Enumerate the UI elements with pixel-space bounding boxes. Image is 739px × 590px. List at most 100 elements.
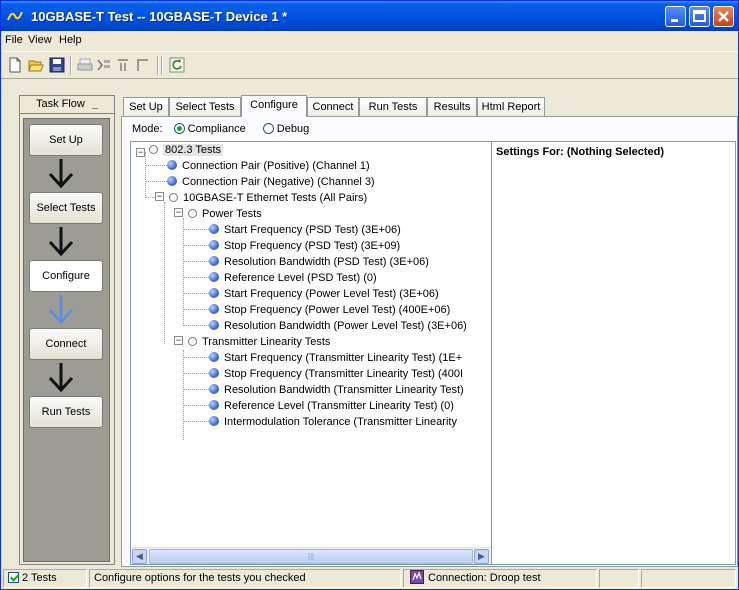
status-panel-empty [599, 569, 639, 588]
tree-node-label: Reference Level (Transmitter Linearity T… [224, 400, 454, 412]
scroll-right-button[interactable]: ▶ [474, 549, 489, 564]
menu-help[interactable]: Help [59, 34, 82, 46]
status-connection-label: Connection: Droop test [428, 572, 541, 584]
tree-node-label: Resolution Bandwidth (Transmitter Linear… [224, 384, 464, 396]
tree-connector [183, 245, 209, 246]
tab-connect[interactable]: Connect [307, 97, 359, 117]
maximize-icon [693, 10, 706, 22]
tree-connector [183, 421, 209, 422]
group-node-icon [169, 193, 178, 202]
status-bar: 2 Tests Configure options for the tests … [1, 567, 738, 589]
mode-label: Mode: [132, 123, 163, 135]
save-icon[interactable] [49, 57, 65, 73]
status-panel-empty [641, 569, 736, 588]
option-bullet-icon [167, 160, 177, 170]
tree-node-label: Stop Frequency (Power Level Test) (400E+… [224, 304, 451, 316]
run-checked-icon[interactable] [96, 57, 112, 73]
new-icon[interactable] [7, 57, 23, 73]
step-configure-button[interactable]: Configure [29, 260, 103, 292]
group-node-icon [188, 337, 197, 346]
scroll-left-button[interactable]: ◀ [132, 549, 147, 564]
tree-option-node[interactable]: Start Frequency (PSD Test) (3E+06) [209, 222, 401, 238]
collapse-toggle[interactable]: − [174, 336, 183, 345]
task-flow-steps: Set Up Select Tests Configure Connect Ru… [23, 118, 110, 562]
tab-strip: Set Up Select Tests Configure Connect Ru… [123, 95, 683, 117]
tab-run-tests[interactable]: Run Tests [359, 97, 427, 117]
print-icon[interactable] [77, 57, 93, 73]
option-bullet-icon [209, 320, 219, 330]
menu-file[interactable]: File [5, 34, 23, 46]
step-set-up-button[interactable]: Set Up [29, 124, 103, 156]
tree-root-node[interactable]: 802.3 Tests [149, 142, 224, 158]
tree-group-node[interactable]: Power Tests [188, 206, 262, 222]
mode-debug-radio[interactable]: Debug [262, 123, 309, 135]
tree-option-node[interactable]: Intermodulation Tolerance (Transmitter L… [209, 414, 457, 430]
tree-option-node[interactable]: Connection Pair (Negative) (Channel 3) [167, 174, 375, 190]
tree-option-node[interactable]: Reference Level (Transmitter Linearity T… [209, 398, 454, 414]
tab-select-tests[interactable]: Select Tests [169, 97, 241, 117]
tree-node-label: Transmitter Linearity Tests [202, 336, 331, 348]
refresh-icon[interactable] [169, 57, 185, 73]
tree-node-label: 10GBASE-T Ethernet Tests (All Pairs) [183, 192, 368, 204]
test-options-tree[interactable]: − 802.3 Tests Connection Pair (Positive)… [130, 141, 492, 565]
step-connect-button[interactable]: Connect [29, 328, 103, 360]
open-icon[interactable] [28, 57, 44, 73]
tree-node-label: Resolution Bandwidth (PSD Test) (3E+06) [224, 256, 429, 268]
option-bullet-icon [209, 288, 219, 298]
tree-connector [145, 181, 167, 182]
maximize-button[interactable] [689, 6, 710, 27]
tree-option-node[interactable]: Stop Frequency (Power Level Test) (400E+… [209, 302, 450, 318]
collapse-toggle[interactable]: − [155, 192, 164, 201]
tree-option-node[interactable]: Connection Pair (Positive) (Channel 1) [167, 158, 370, 174]
tree-option-node[interactable]: Start Frequency (Power Level Test) (3E+0… [209, 286, 439, 302]
application-window: 10GBASE-T Test -- 10GBASE-T Device 1 * F… [0, 0, 739, 590]
tree-group-node[interactable]: 10GBASE-T Ethernet Tests (All Pairs) [169, 190, 367, 206]
run-all-icon[interactable] [115, 57, 131, 73]
minimize-button[interactable] [665, 6, 686, 27]
mode-compliance-radio[interactable]: Compliance [173, 123, 246, 135]
settings-header: Settings For: (Nothing Selected) [496, 146, 665, 158]
tree-connector [145, 165, 167, 166]
tree-node-label: Start Frequency (Transmitter Linearity T… [224, 352, 463, 364]
task-flow-collapse-button[interactable]: _ [92, 98, 98, 110]
tab-configure[interactable]: Configure [241, 95, 307, 117]
flow-arrow-icon [48, 363, 74, 393]
menu-view[interactable]: View [28, 34, 52, 46]
tab-set-up[interactable]: Set Up [123, 97, 169, 117]
tree-option-node[interactable]: Reference Level (PSD Test) (0) [209, 270, 377, 286]
tree-connector [183, 405, 209, 406]
tree-option-node[interactable]: Stop Frequency (PSD Test) (3E+09) [209, 238, 400, 254]
stop-icon[interactable] [135, 57, 151, 73]
toolbar [1, 51, 738, 79]
tree-connector [183, 309, 209, 310]
title-bar[interactable]: 10GBASE-T Test -- 10GBASE-T Device 1 * [1, 1, 738, 31]
tree-option-node[interactable]: Resolution Bandwidth (Power Level Test) … [209, 318, 467, 334]
tree-connector [145, 152, 146, 196]
scrollbar-thumb[interactable]: ||| [149, 549, 473, 564]
option-bullet-icon [209, 352, 219, 362]
tree-option-node[interactable]: Stop Frequency (Transmitter Linearity Te… [209, 366, 463, 382]
tree-node-label: Connection Pair (Negative) (Channel 3) [182, 176, 375, 188]
collapse-toggle[interactable]: − [174, 208, 183, 217]
horizontal-scrollbar[interactable]: ◀ ||| ▶ [131, 547, 491, 564]
step-select-tests-button[interactable]: Select Tests [29, 192, 103, 224]
collapse-toggle[interactable]: − [136, 148, 145, 157]
tree-connector [183, 373, 209, 374]
connection-icon [410, 570, 424, 584]
tab-html-report[interactable]: Html Report [477, 97, 545, 117]
tree-option-node[interactable]: Resolution Bandwidth (Transmitter Linear… [209, 382, 464, 398]
tree-connector [183, 229, 209, 230]
flow-arrow-icon [48, 227, 74, 257]
step-run-tests-button[interactable]: Run Tests [29, 396, 103, 428]
toolbar-separator [70, 56, 72, 75]
task-flow-title: Task Flow [35, 98, 85, 110]
close-button[interactable] [713, 6, 734, 27]
tab-results[interactable]: Results [427, 97, 477, 117]
tree-option-node[interactable]: Resolution Bandwidth (PSD Test) (3E+06) [209, 254, 429, 270]
tree-group-node[interactable]: Transmitter Linearity Tests [188, 334, 330, 350]
status-test-count: 2 Tests [3, 569, 87, 588]
status-tests-label: 2 Tests [22, 572, 57, 584]
tree-option-node[interactable]: Start Frequency (Transmitter Linearity T… [209, 350, 462, 366]
tree-connector [183, 261, 209, 262]
radio-selected-icon [173, 123, 185, 134]
